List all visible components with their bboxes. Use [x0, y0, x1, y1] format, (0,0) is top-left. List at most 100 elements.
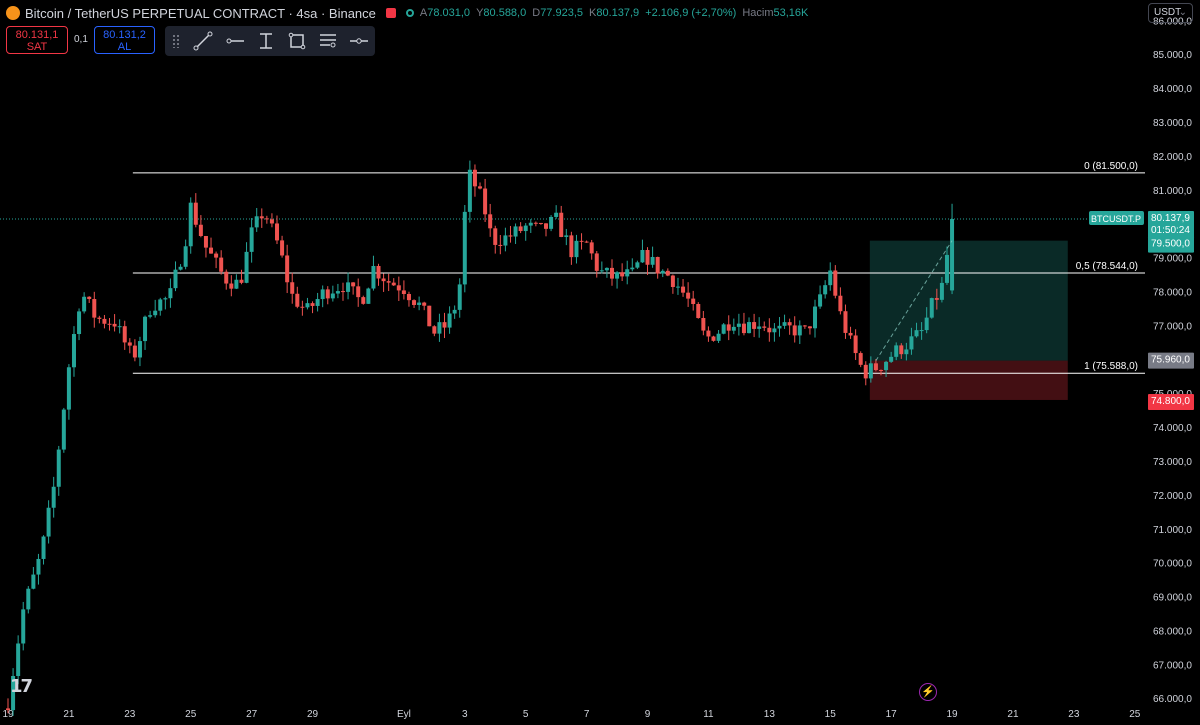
flag-icon[interactable]	[385, 8, 396, 18]
candle-body	[46, 507, 51, 537]
x-tick-label: 27	[246, 709, 258, 720]
candle-body	[178, 266, 183, 270]
candle-body	[163, 298, 168, 300]
y-tick-label: 78.000,0	[1153, 287, 1192, 298]
sell-button[interactable]: 80.131,1 SAT	[6, 26, 68, 54]
buy-button[interactable]: 80.131,2 AL	[94, 26, 155, 54]
candle-body	[437, 322, 442, 334]
candle-body	[757, 326, 762, 329]
horizontal-line-icon[interactable]	[344, 29, 375, 53]
candle-body	[589, 242, 594, 254]
fib-level-label: 0,5 (78.544,0)	[1076, 261, 1138, 272]
candle-body	[325, 289, 330, 299]
candle-body	[513, 226, 518, 237]
candle-body	[564, 235, 569, 237]
candle-body	[117, 326, 122, 328]
candle-body	[726, 324, 731, 331]
text-lines-icon[interactable]	[313, 29, 344, 53]
candle-body	[285, 255, 290, 283]
candle-body	[77, 311, 82, 335]
currency-select[interactable]: USDT ⌄	[1148, 3, 1193, 23]
lightning-icon[interactable]: ⚡	[919, 683, 937, 701]
candle-body	[467, 169, 472, 212]
candle-body	[488, 214, 493, 229]
candle-body	[777, 325, 782, 329]
candle-body	[904, 349, 909, 355]
candle-body	[92, 299, 97, 318]
candle-body	[944, 254, 949, 283]
x-tick-label: 11	[703, 709, 714, 720]
candle-body	[675, 286, 680, 288]
candle-body	[579, 240, 584, 242]
candle-body	[833, 270, 838, 296]
price-chart[interactable]: 66.000,0 67.000,0 68.000,0 69.000,0 70.000,0…	[0, 0, 1200, 725]
candle-body	[366, 288, 371, 304]
symbol-tag-text: BTCUSDT.P	[1091, 214, 1141, 224]
candle-body	[828, 270, 833, 286]
candle-body	[554, 212, 559, 217]
candle-body	[878, 370, 883, 372]
candle-body	[655, 256, 660, 274]
candle-body	[752, 322, 757, 329]
drawing-toolbar	[165, 26, 375, 56]
candle-body	[670, 275, 675, 288]
candle-body	[6, 708, 10, 711]
candle-body	[691, 298, 696, 304]
candle-body	[787, 322, 792, 326]
candle-body	[422, 302, 427, 306]
candle-body	[747, 322, 752, 334]
y-tick-label: 83.000,0	[1153, 118, 1192, 129]
candle-body	[630, 267, 635, 270]
candle-body	[269, 219, 274, 224]
candle-body	[584, 241, 589, 243]
candle-body	[686, 292, 691, 299]
candle-body	[295, 293, 300, 307]
y-tick-label: 70.000,0	[1153, 559, 1192, 570]
candle-body	[762, 326, 767, 328]
sell-price: 80.131,1	[15, 29, 59, 41]
chevron-down-icon: ⌄	[1178, 7, 1187, 18]
entry-price-tag: 75.960,0	[1148, 352, 1194, 369]
candle-body	[736, 323, 741, 327]
y-tick-label: 73.000,0	[1153, 457, 1192, 468]
vertical-line-icon[interactable]	[250, 29, 281, 53]
candle-body	[97, 317, 102, 319]
y-tick-label: 72.000,0	[1153, 491, 1192, 502]
last-price-tag-text: 80.137,9	[1151, 213, 1190, 224]
candle-body	[528, 222, 533, 226]
rectangle-icon[interactable]	[281, 29, 312, 53]
candle-body	[929, 298, 934, 318]
candle-body	[127, 342, 132, 346]
candle-body	[899, 345, 904, 355]
y-tick-label: 79.000,0	[1153, 254, 1192, 265]
symbol-title[interactable]: Bitcoin / TetherUS PERPETUAL CONTRACT · …	[25, 6, 376, 21]
candle-body	[168, 288, 173, 299]
candle-body	[351, 282, 356, 287]
candle-body	[148, 315, 153, 317]
trend-line-icon[interactable]	[188, 29, 219, 53]
drag-handle-icon[interactable]	[172, 34, 180, 48]
candle-body	[858, 353, 863, 365]
candle-body	[721, 324, 726, 334]
candle-body	[767, 327, 772, 333]
x-tick-label: 23	[1068, 709, 1080, 720]
y-tick-label: 85.000,0	[1153, 50, 1192, 61]
candle-body	[320, 289, 325, 300]
candle-body	[681, 286, 686, 293]
bitcoin-icon	[6, 6, 20, 20]
candle-body	[137, 341, 142, 358]
horizontal-ray-icon[interactable]	[219, 29, 250, 53]
candle-body	[701, 317, 706, 331]
candle-body	[493, 228, 498, 245]
x-tick-label: 17	[886, 709, 898, 720]
stop-price-tag-text: 74.800,0	[1151, 396, 1190, 407]
candle-body	[884, 361, 889, 371]
candle-body	[696, 303, 701, 318]
candle-body	[51, 486, 56, 508]
y-tick-label: 71.000,0	[1153, 525, 1192, 536]
candle-body	[107, 323, 112, 325]
candle-body	[122, 326, 127, 343]
candle-body	[452, 309, 457, 314]
candle-body	[478, 186, 483, 189]
candle-body	[599, 270, 604, 272]
